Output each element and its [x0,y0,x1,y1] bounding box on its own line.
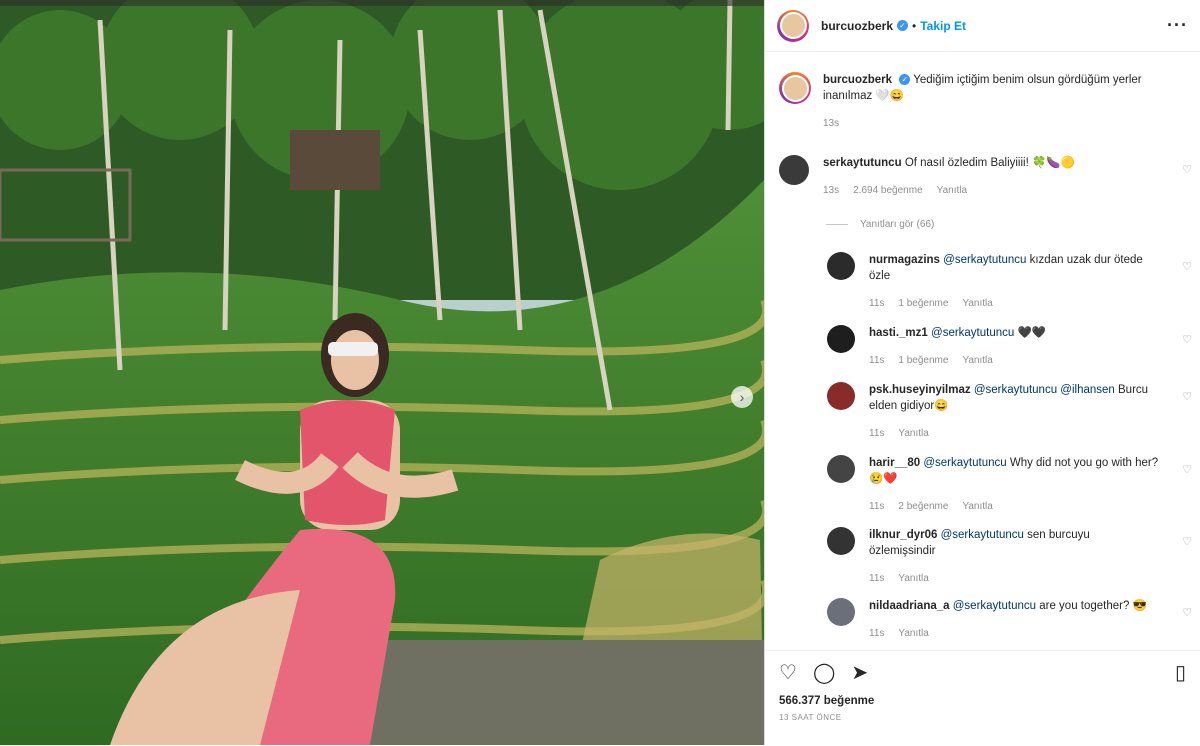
avatar[interactable] [827,527,855,555]
chevron-right-icon[interactable]: › [731,386,753,408]
view-replies-button[interactable]: Yanıtları gör (66) [826,219,934,230]
comment-time: 11s [869,501,885,512]
post-time: 13 SAAT ÖNCE [779,713,842,722]
follow-button[interactable]: Takip Et [920,19,966,33]
reply-item: nurmagazins @serkaytutuncu kızdan uzak d… [765,252,1200,312]
verified-icon: ✓ [899,74,911,86]
heart-icon[interactable]: ♡ [779,663,797,683]
reply-button[interactable]: Yanıtla [898,628,928,639]
heart-icon[interactable]: ♡ [1182,390,1192,403]
avatar[interactable] [779,155,809,185]
reply-item: ilknur_dyr06 @serkaytutuncu sen burcuyu … [765,527,1200,587]
post-photo[interactable]: › [0,0,764,745]
comment-time: 13s [823,185,840,196]
heart-icon[interactable]: ♡ [1182,535,1192,548]
author-username[interactable]: burcuozberk [821,19,893,33]
avatar[interactable] [779,72,811,104]
caption-row: burcuozberk ✓ Yediğim içtiğim benim olsu… [765,72,1200,132]
more-horizontal-icon[interactable]: ··· [1167,15,1188,36]
avatar[interactable] [827,252,855,280]
post-panel: burcuozberk ✓ • Takip Et ··· burcuozberk… [764,0,1200,745]
heart-icon[interactable]: ♡ [1182,463,1192,476]
bookmark-icon[interactable]: ▯ [1175,663,1186,683]
comment-text: Of nasıl özledim Baliyiiii! 🍀🍆🟡 [904,157,1075,169]
post-header: burcuozberk ✓ • Takip Et ··· [765,0,1200,52]
comment-username[interactable]: psk.huseyinyilmaz [869,384,971,396]
separator: • [912,18,917,33]
comment-username[interactable]: nurmagazins [869,254,940,266]
heart-icon[interactable]: ♡ [1182,333,1192,346]
action-bar: ♡ ◯ ➤ ▯ [765,651,1200,683]
post-footer: ♡ ◯ ➤ ▯ 566.377 beğenme 13 SAAT ÖNCE [765,650,1200,746]
reply-item: psk.huseyinyilmaz @serkaytutuncu @ilhans… [765,382,1200,442]
send-icon[interactable]: ➤ [851,663,868,683]
heart-icon[interactable]: ♡ [1182,606,1192,619]
heart-icon[interactable]: ♡ [1182,163,1192,176]
comment-time: 11s [869,573,885,584]
reply-item: nildaadriana_a @serkaytutuncu are you to… [765,598,1200,642]
mention-link[interactable]: @serkaytutuncu [953,600,1036,612]
comment-likes[interactable]: 1 beğenme [898,355,948,366]
reply-button[interactable]: Yanıtla [962,298,992,309]
heart-icon[interactable]: ♡ [1182,260,1192,273]
comment-item: serkaytutuncu Of nasıl özledim Baliyiiii… [765,155,1200,199]
comment-time: 11s [869,298,885,309]
comment-likes[interactable]: 2 beğenme [898,501,948,512]
comment-time: 11s [869,355,885,366]
comment-likes[interactable]: 2.694 beğenme [853,185,923,196]
comment-username[interactable]: serkaytutuncu [823,157,902,169]
reply-button[interactable]: Yanıtla [898,573,928,584]
comment-likes[interactable]: 1 beğenme [898,298,948,309]
reply-button[interactable]: Yanıtla [937,185,967,196]
caption-time: 13s [823,118,840,129]
mention-link[interactable]: @serkaytutuncu @ilhansen [974,384,1115,396]
caption-username[interactable]: burcuozberk [823,74,892,86]
comment-username[interactable]: ilknur_dyr06 [869,529,937,541]
reply-item: harir__80 @serkaytutuncu Why did not you… [765,455,1200,515]
reply-item: hasti._mz1 @serkaytutuncu 🖤🖤 11s 1 beğenm… [765,325,1200,369]
reply-button[interactable]: Yanıtla [962,501,992,512]
avatar[interactable] [827,455,855,483]
avatar[interactable] [827,325,855,353]
mention-link[interactable]: @serkaytutuncu [941,529,1024,541]
mention-link[interactable]: @serkaytutuncu [943,254,1026,266]
mention-link[interactable]: @serkaytutuncu [923,457,1006,469]
verified-icon: ✓ [897,20,909,31]
comment-time: 11s [869,628,885,639]
mention-link[interactable]: @serkaytutuncu [931,327,1014,339]
caption-overlay-bar [0,0,764,6]
comment-text: are you together? 😎 [1036,600,1147,612]
avatar[interactable] [777,9,809,42]
comment-icon[interactable]: ◯ [813,663,835,683]
reply-button[interactable]: Yanıtla [898,428,928,439]
reply-button[interactable]: Yanıtla [962,355,992,366]
avatar[interactable] [827,382,855,410]
comment-username[interactable]: nildaadriana_a [869,600,950,612]
comment-time: 11s [869,428,885,439]
comment-text: 🖤🖤 [1014,327,1047,339]
comment-username[interactable]: hasti._mz1 [869,327,928,339]
comment-username[interactable]: harir__80 [869,457,920,469]
comments-list[interactable]: burcuozberk ✓ Yediğim içtiğim benim olsu… [765,52,1200,650]
likes-count[interactable]: 566.377 beğenme [765,683,1200,707]
avatar[interactable] [827,598,855,626]
